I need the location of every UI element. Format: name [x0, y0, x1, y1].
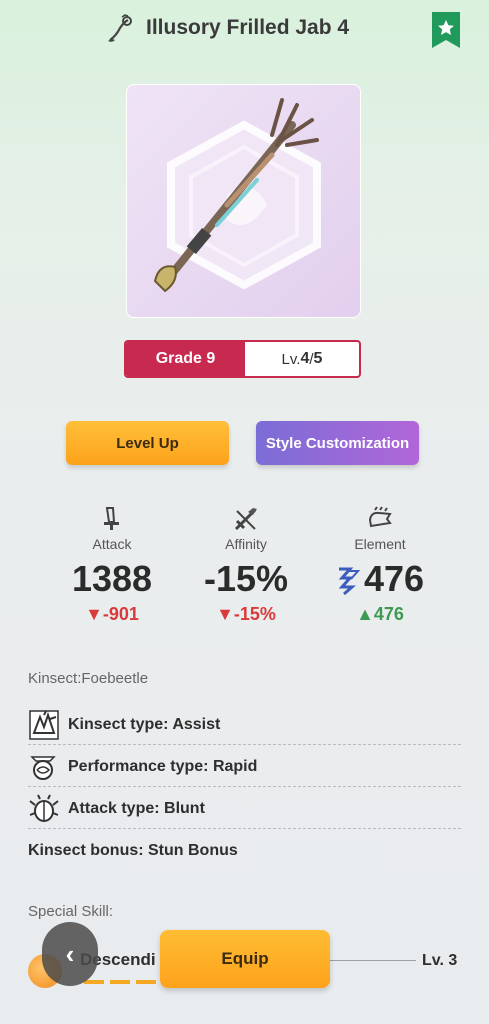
kinsect-row-text: Kinsect bonus: Stun Bonus: [28, 842, 238, 859]
level-current: 4: [300, 350, 310, 367]
crossed-swords-icon: [234, 508, 257, 531]
kinsect-row: Attack type: Blunt: [28, 789, 461, 829]
header: Illusory Frilled Jab 4: [0, 0, 489, 62]
stat-label: Affinity: [225, 536, 267, 552]
stat-value: -15%: [203, 558, 289, 599]
kinsect-row: Kinsect type: Assist: [28, 705, 461, 745]
weapon-level: Lv. 4 / 5: [245, 342, 359, 376]
stat-diff: ▲476: [356, 604, 404, 624]
back-button[interactable]: ‹: [42, 922, 98, 986]
kinsect-assist-icon: [29, 709, 59, 740]
insect-glaive-weapon-image: [153, 98, 321, 293]
stat-value: 476: [310, 558, 450, 600]
page-title: Illusory Frilled Jab 4: [146, 16, 350, 39]
kinsect-title: Kinsect:Foebeetle: [28, 670, 149, 687]
insect-glaive-icon: [108, 14, 132, 42]
star-bookmark-icon[interactable]: [432, 12, 460, 48]
stat-diff: ▼-15%: [216, 604, 276, 624]
stat-label: Element: [354, 536, 406, 552]
kinsect-row: Performance type: Rapid: [28, 747, 461, 787]
stat-element: Element 476 ▲476: [310, 506, 450, 625]
stat-diff: ▼-901: [85, 604, 139, 624]
stat-value: 1388: [71, 558, 153, 599]
level-prefix: Lv.: [281, 350, 301, 368]
level-max: 5: [313, 350, 323, 367]
element-hand-icon: [368, 506, 392, 528]
element-value: 476: [363, 558, 425, 599]
kinsect-row-text: Attack type: Blunt: [68, 799, 205, 817]
kinsect-row-text: Kinsect type: Assist: [68, 715, 221, 733]
sword-icon: [104, 507, 119, 530]
kinsect-blunt-icon: [29, 794, 59, 822]
kinsect-row-text: Performance type: Rapid: [68, 757, 258, 775]
chevron-left-icon: ‹: [65, 938, 75, 969]
equip-button[interactable]: Equip: [160, 930, 330, 988]
stat-attack: Attack 1388 ▼-901: [42, 506, 182, 625]
skill-divider-line: [330, 960, 416, 961]
grade-label: Grade 9: [126, 342, 245, 376]
skill-level: Lv. 3: [422, 952, 458, 969]
stat-affinity: Affinity -15% ▼-15%: [176, 506, 316, 625]
weapon-image-card: [126, 84, 361, 318]
level-up-button[interactable]: Level Up: [66, 421, 229, 465]
kinsect-rapid-icon: [30, 755, 56, 780]
kinsect-row: Kinsect bonus: Stun Bonus: [28, 831, 461, 871]
stat-label: Attack: [92, 536, 132, 552]
special-skill-title: Special Skill:: [28, 903, 114, 920]
style-customization-button[interactable]: Style Customization: [256, 421, 419, 465]
thunder-element-icon: [338, 567, 361, 596]
grade-level-bar: Grade 9 Lv. 4 / 5: [124, 340, 361, 378]
